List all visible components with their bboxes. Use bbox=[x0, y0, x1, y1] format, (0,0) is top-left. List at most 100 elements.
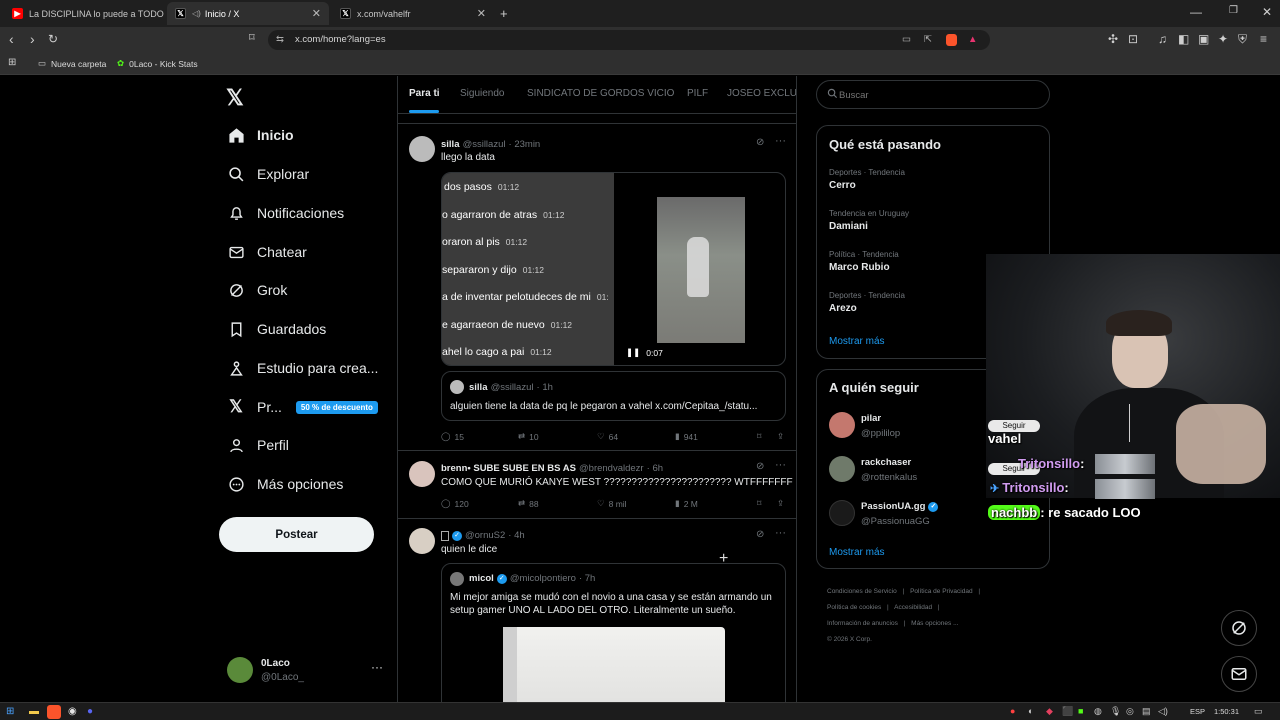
x-logo-icon[interactable]: 𝕏 bbox=[226, 85, 244, 111]
tweet-author-handle[interactable]: @ornuS2 bbox=[465, 530, 505, 541]
windows-start-icon[interactable]: ⊞ bbox=[6, 706, 14, 717]
close-tab-icon[interactable]: ✕ bbox=[306, 7, 321, 20]
tweet-author-name[interactable]: silla bbox=[441, 139, 460, 150]
tray-icon[interactable]: ◆ bbox=[1046, 706, 1053, 717]
share-button[interactable]: ⇪ bbox=[777, 498, 784, 509]
network-icon[interactable]: ▤ bbox=[1142, 706, 1151, 717]
like-button[interactable]: ♡ 8 mil bbox=[597, 498, 675, 509]
screenshot-icon[interactable]: ⊡ bbox=[1128, 33, 1138, 45]
file-explorer-icon[interactable]: ▬ bbox=[29, 706, 39, 717]
back-icon[interactable]: ‹ bbox=[9, 32, 14, 46]
trend-item[interactable]: Deportes · Tendencia Arezo bbox=[829, 291, 905, 314]
account-switcher[interactable]: 0Laco @0Laco_ ··· bbox=[227, 656, 387, 686]
tweet-time[interactable]: · 23min bbox=[509, 139, 541, 150]
bookmark-folder[interactable]: ▭ Nueva carpeta bbox=[38, 58, 106, 69]
sidebar-item-chat[interactable]: Chatear bbox=[227, 243, 307, 261]
sidebar-icon[interactable]: ◧ bbox=[1178, 33, 1189, 45]
new-tab-icon[interactable]: + bbox=[500, 7, 508, 20]
sidebar-item-creator-studio[interactable]: Estudio para crea... bbox=[227, 359, 378, 377]
tray-icon[interactable]: ◐ bbox=[1028, 706, 1033, 716]
repost-button[interactable]: ⇄ 10 bbox=[518, 431, 597, 442]
views-button[interactable]: ▮ 941 bbox=[675, 431, 757, 442]
clock[interactable]: 1:50:31 bbox=[1214, 707, 1239, 716]
forward-icon[interactable]: › bbox=[30, 32, 35, 46]
grok-icon[interactable]: ⊘ bbox=[756, 529, 764, 540]
minimize-icon[interactable]: — bbox=[1190, 6, 1202, 18]
tray-icon[interactable]: ◎ bbox=[1126, 706, 1134, 717]
views-button[interactable]: ▮ 2 M bbox=[675, 498, 757, 509]
repost-button[interactable]: ⇄ 88 bbox=[518, 498, 597, 509]
close-tab-icon[interactable]: ✕ bbox=[471, 7, 486, 20]
show-more-follow-link[interactable]: Mostrar más bbox=[829, 547, 885, 558]
tray-icon[interactable]: ⬛ bbox=[1062, 706, 1073, 717]
menu-icon[interactable]: ≡ bbox=[1260, 33, 1267, 45]
restore-icon[interactable]: ❐ bbox=[1229, 6, 1238, 16]
pause-icon[interactable]: ❚❚ bbox=[626, 347, 640, 358]
site-info-icon[interactable]: ⇆ bbox=[276, 30, 284, 50]
reply-button[interactable]: ◯ 15 bbox=[441, 431, 518, 442]
tab-following[interactable]: Siguiendo bbox=[460, 88, 504, 99]
language-indicator[interactable]: ESP bbox=[1190, 707, 1205, 716]
trend-item[interactable]: Deportes · Tendencia Cerro bbox=[829, 168, 905, 191]
notifications-icon[interactable]: ▭ bbox=[1254, 706, 1263, 717]
quoted-tweet[interactable]: micol ✓ @micolpontiero · 7h Mi mejor ami… bbox=[441, 563, 786, 702]
footer-link[interactable]: Accesibilidad bbox=[894, 604, 932, 611]
video-controls[interactable]: ❚❚ 0:07 bbox=[626, 347, 663, 358]
tweet[interactable]: ✓ @ornuS2 · 4h ⊘ ··· quien le dice + mic… bbox=[398, 520, 796, 702]
footer-link[interactable]: Política de Privacidad bbox=[910, 588, 973, 595]
tab-list[interactable]: JOSEO EXCLUSI bbox=[727, 88, 796, 99]
tray-icon[interactable]: ◍ bbox=[1094, 706, 1102, 717]
trend-item[interactable]: Tendencia en Uruguay Damiani bbox=[829, 209, 909, 232]
grok-icon[interactable]: ⊘ bbox=[756, 461, 764, 472]
tweet-time[interactable]: · 4h bbox=[508, 530, 524, 541]
tab-for-you[interactable]: Para ti bbox=[409, 88, 440, 99]
footer-link[interactable]: Más opciones ... bbox=[911, 620, 958, 627]
tweet-author-handle[interactable]: @ssillazul bbox=[463, 139, 506, 150]
bookmark-button[interactable]: ⌑ bbox=[757, 498, 777, 509]
vpn-icon[interactable]: ⛨ bbox=[1238, 33, 1247, 45]
sidebar-item-bookmarks[interactable]: Guardados bbox=[227, 320, 326, 338]
like-button[interactable]: ♡ 64 bbox=[597, 431, 675, 442]
music-icon[interactable]: ♫ bbox=[1158, 33, 1167, 45]
tab-list[interactable]: PILF bbox=[687, 88, 708, 99]
tweet[interactable]: brenn• SUBE SUBE EN BS AS @brendvaldezr … bbox=[398, 452, 796, 519]
bookmark-page-icon[interactable]: ⌑ bbox=[249, 33, 255, 44]
tab-list[interactable]: SINDICATO DE GORDOS VICIO bbox=[527, 88, 674, 99]
trend-item[interactable]: Política · Tendencia Marco Rubio bbox=[829, 250, 899, 273]
tab-youtube[interactable]: ▶ La DISCIPLINA lo puede a TODO - EL bbox=[4, 2, 164, 25]
more-icon[interactable]: ··· bbox=[775, 459, 786, 471]
brave-rewards-icon[interactable]: ▲ bbox=[968, 30, 977, 50]
brave-taskbar-icon[interactable] bbox=[47, 705, 61, 719]
follow-suggestion[interactable]: rackchaser @rottenkalus bbox=[829, 456, 989, 486]
microphone-icon[interactable]: 🎙 bbox=[1110, 706, 1121, 717]
grok-floating-button[interactable] bbox=[1221, 610, 1257, 646]
post-button[interactable]: Postear bbox=[219, 517, 374, 552]
discord-icon[interactable]: ● bbox=[87, 706, 93, 717]
leo-ai-icon[interactable]: ✦ bbox=[1218, 33, 1228, 45]
brave-shield-icon[interactable] bbox=[946, 34, 957, 46]
more-icon[interactable]: ··· bbox=[775, 527, 786, 539]
tray-icon[interactable]: ■ bbox=[1078, 706, 1083, 716]
sidebar-item-home[interactable]: Inicio bbox=[227, 126, 294, 144]
footer-link[interactable]: Política de cookies bbox=[827, 604, 881, 611]
share-icon[interactable]: ⇱ bbox=[924, 30, 932, 50]
tab-vahelfr[interactable]: 𝕏 x.com/vahelfr ✕ bbox=[332, 2, 494, 25]
screen-icon[interactable]: ▭ bbox=[902, 30, 911, 50]
tweet-author-handle[interactable]: @brendvaldezr bbox=[579, 463, 644, 474]
obs-icon[interactable]: ◉ bbox=[68, 706, 77, 717]
footer-link[interactable]: Condiciones de Servicio bbox=[827, 588, 897, 595]
show-more-trends-link[interactable]: Mostrar más bbox=[829, 336, 885, 347]
search-input[interactable] bbox=[839, 87, 1039, 103]
tweet-time[interactable]: · 6h bbox=[647, 463, 663, 474]
sidebar-item-explore[interactable]: Explorar bbox=[227, 165, 309, 183]
url-bar[interactable]: ⇆ x.com/home?lang=es ▭ ⇱ ▲ bbox=[268, 30, 990, 50]
share-button[interactable]: ⇪ bbox=[777, 431, 784, 442]
more-icon[interactable]: ··· bbox=[371, 660, 383, 674]
tweet-author-name[interactable]: brenn• SUBE SUBE EN BS AS bbox=[441, 463, 576, 474]
more-icon[interactable]: ··· bbox=[775, 135, 786, 147]
sidebar-item-profile[interactable]: Perfil bbox=[227, 436, 289, 454]
apps-grid-icon[interactable]: ⊞ bbox=[8, 58, 16, 68]
reply-button[interactable]: ◯ 120 bbox=[441, 498, 518, 509]
follow-suggestion[interactable]: pilar @ppililop bbox=[829, 412, 989, 442]
sidebar-item-grok[interactable]: Grok bbox=[227, 281, 287, 299]
